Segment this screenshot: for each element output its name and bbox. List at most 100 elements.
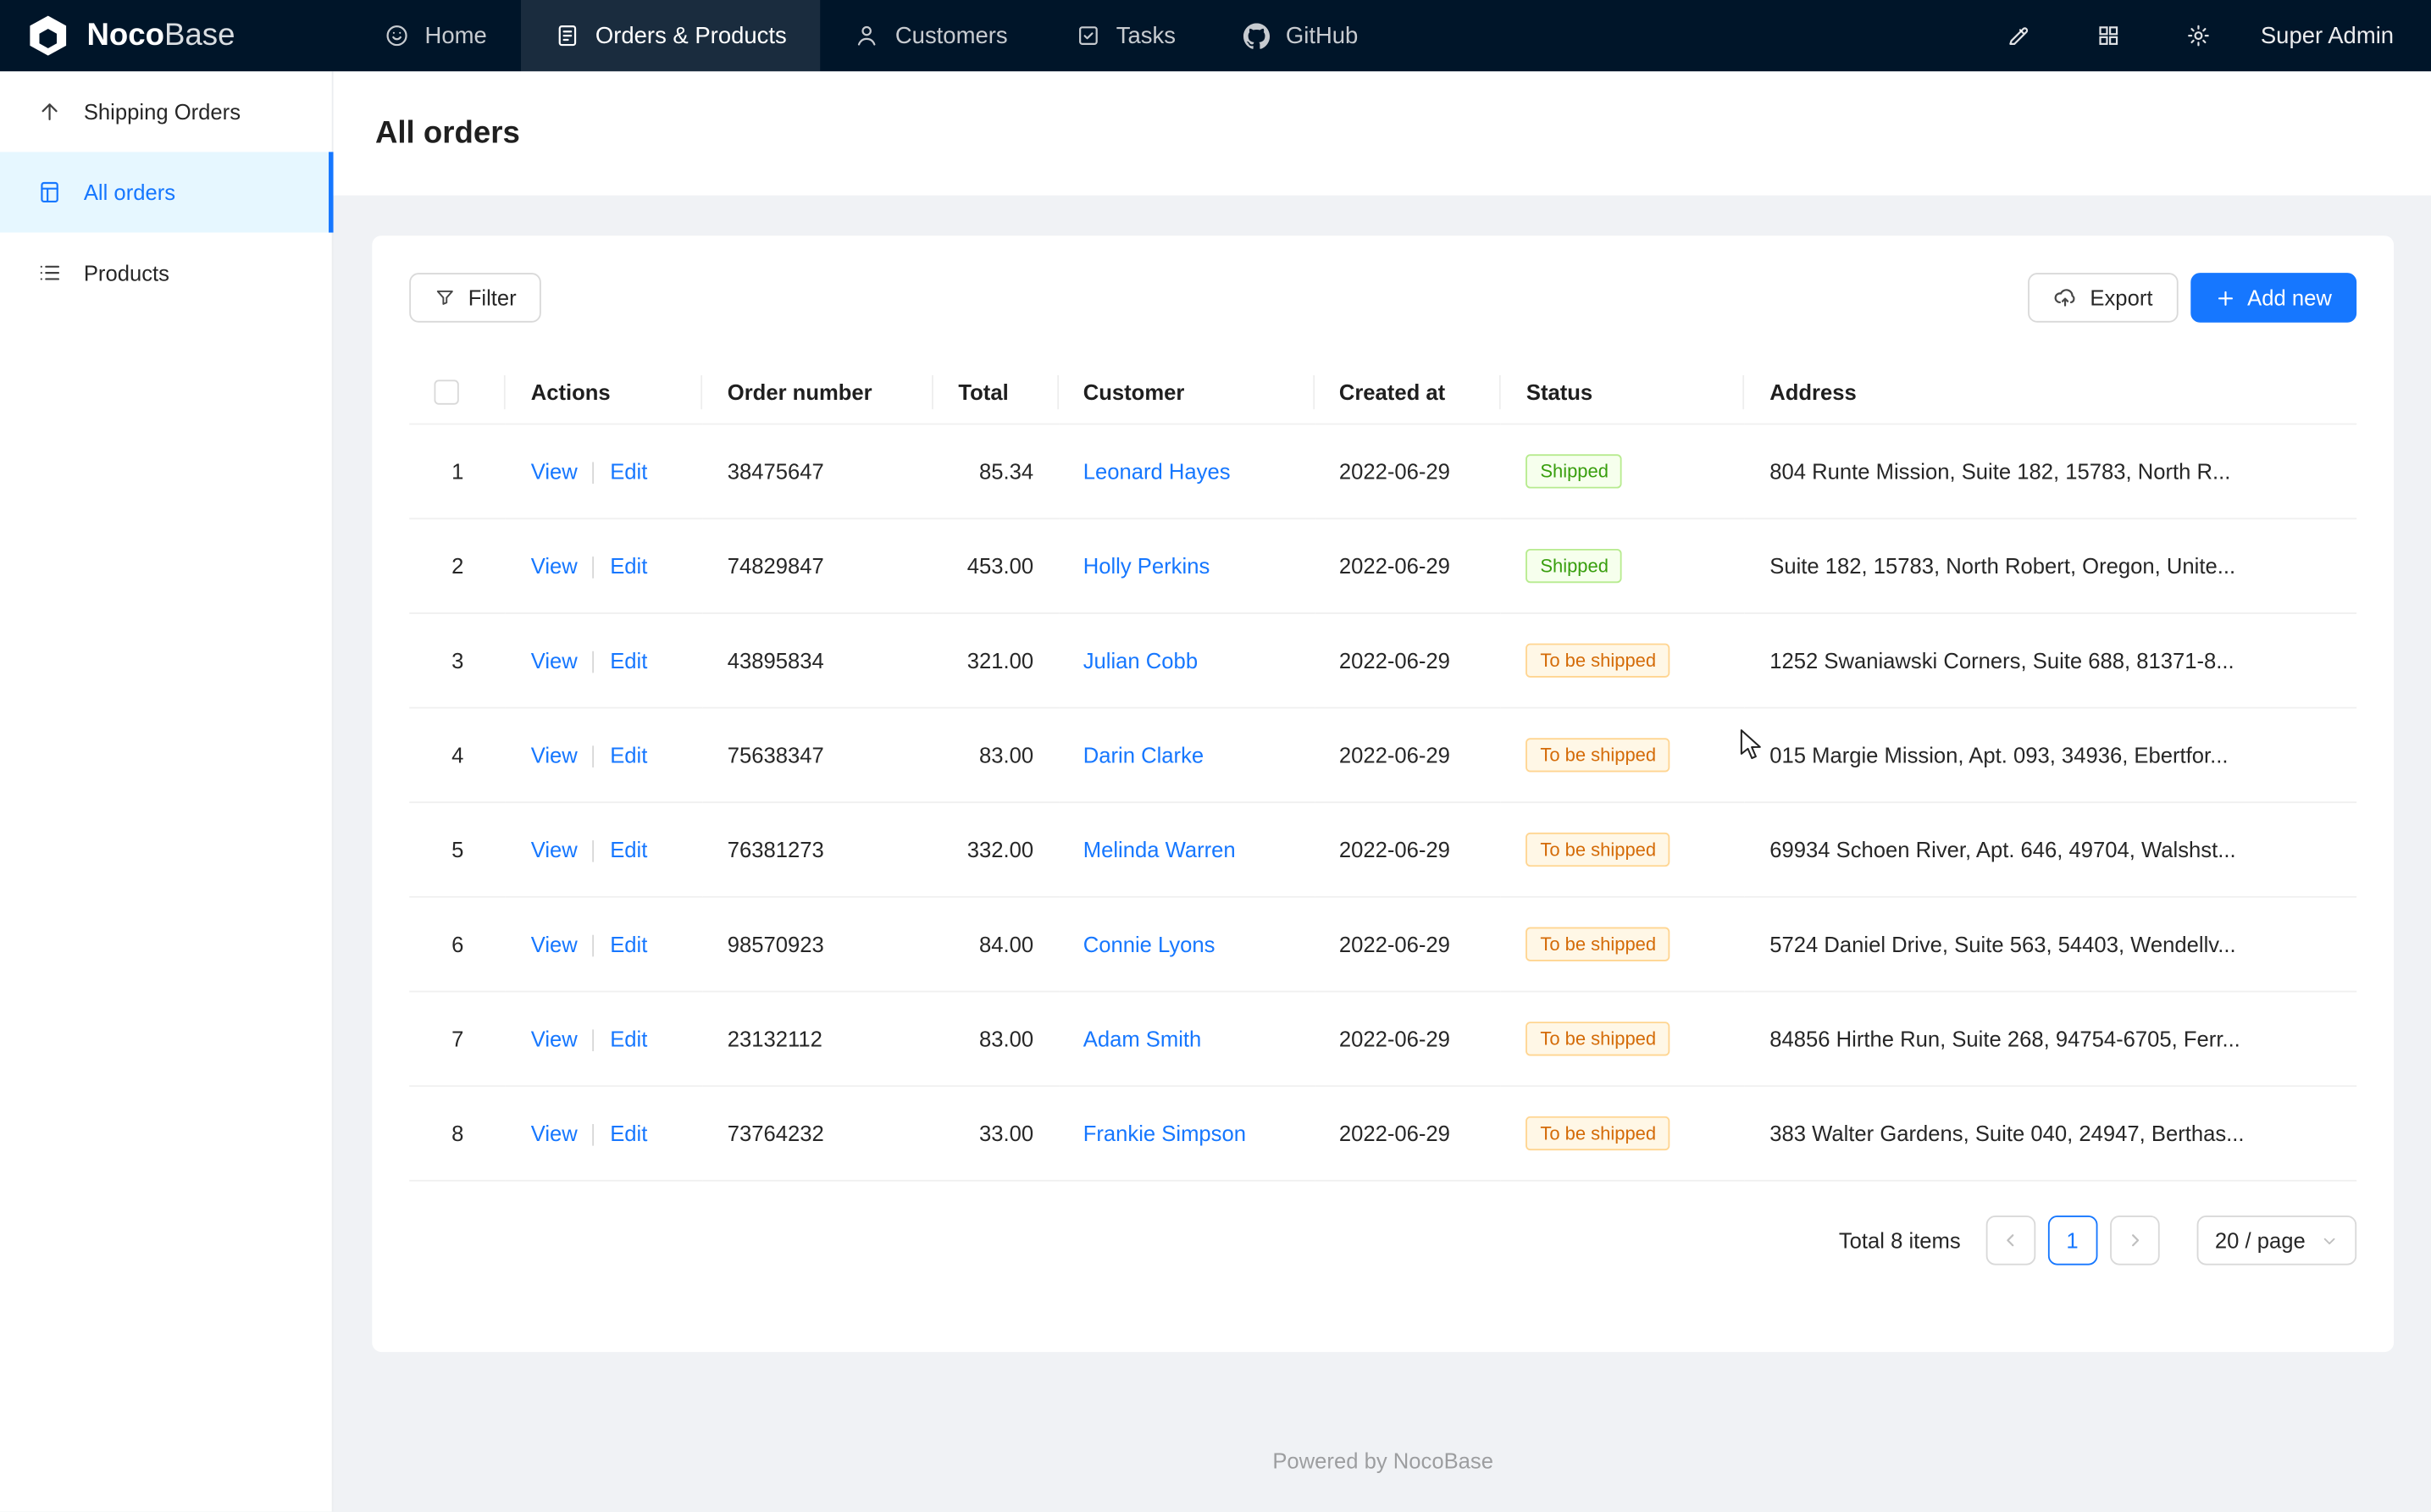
tasks-icon <box>1076 23 1100 47</box>
row-index: 7 <box>451 1027 463 1051</box>
order-number: 43895834 <box>728 649 824 673</box>
main-menu: Home Orders & Products Customers Tasks <box>351 0 1393 71</box>
edit-link[interactable]: Edit <box>610 459 647 484</box>
nav-item-tasks[interactable]: Tasks <box>1042 0 1210 71</box>
navbar-actions: Super Admin <box>1960 0 2431 71</box>
toolbar-right: Export Add new <box>2028 273 2356 323</box>
created-at: 2022-06-29 <box>1339 554 1450 579</box>
customer-link[interactable]: Frankie Simpson <box>1083 1122 1246 1146</box>
sidebar: Shipping Orders All orders Products <box>0 71 334 1511</box>
edit-link[interactable]: Edit <box>610 1027 647 1051</box>
action-divider <box>593 1030 595 1052</box>
address-text: 015 Margie Mission, Apt. 093, 34936, Ebe… <box>1769 743 2228 767</box>
row-index: 2 <box>451 554 463 579</box>
apps-icon[interactable] <box>2078 0 2140 71</box>
sidebar-item-label: Products <box>84 260 169 285</box>
row-index: 4 <box>451 743 463 767</box>
customer-link[interactable]: Adam Smith <box>1083 1027 1202 1051</box>
nav-item-github[interactable]: GitHub <box>1210 0 1392 71</box>
nav-item-home[interactable]: Home <box>351 0 521 71</box>
chevron-left-icon <box>2001 1232 2019 1250</box>
nav-item-customers[interactable]: Customers <box>821 0 1042 71</box>
export-button[interactable]: Export <box>2028 273 2178 323</box>
table-row: 1 ViewEdit 38475647 85.34 Leonard Hayes … <box>409 425 2356 520</box>
address-text: Suite 182, 15783, North Robert, Oregon, … <box>1769 554 2235 579</box>
sidebar-item-all-orders[interactable]: All orders <box>0 152 332 232</box>
page-1-button[interactable]: 1 <box>2047 1216 2097 1266</box>
customer-link[interactable]: Julian Cobb <box>1083 649 1198 673</box>
customers-icon <box>855 23 879 47</box>
view-link[interactable]: View <box>531 838 578 862</box>
sidebar-item-shipping-orders[interactable]: Shipping Orders <box>0 71 332 152</box>
ui-editor-icon[interactable] <box>1988 0 2050 71</box>
edit-link[interactable]: Edit <box>610 932 647 956</box>
view-link[interactable]: View <box>531 743 578 767</box>
edit-link[interactable]: Edit <box>610 554 647 579</box>
customer-link[interactable]: Leonard Hayes <box>1083 459 1231 484</box>
brand[interactable]: NocoBase <box>0 0 351 71</box>
table-header: Actions Order number Total Customer Crea… <box>409 360 2356 425</box>
github-icon <box>1243 23 1270 49</box>
address-text: 383 Walter Gardens, Suite 040, 24947, Be… <box>1769 1122 2244 1146</box>
row-index: 8 <box>451 1122 463 1146</box>
status-badge: To be shipped <box>1526 739 1670 773</box>
sidebar-item-products[interactable]: Products <box>0 233 332 313</box>
view-link[interactable]: View <box>531 1027 578 1051</box>
add-new-button-label: Add new <box>2247 285 2332 310</box>
order-total: 321.00 <box>967 649 1033 673</box>
select-all-checkbox[interactable] <box>434 380 458 405</box>
row-index: 6 <box>451 933 463 957</box>
view-link[interactable]: View <box>531 648 578 673</box>
edit-link[interactable]: Edit <box>610 1122 647 1146</box>
edit-link[interactable]: Edit <box>610 838 647 862</box>
add-new-button[interactable]: Add new <box>2190 273 2356 323</box>
prev-page-button[interactable] <box>1985 1216 2035 1266</box>
action-divider <box>593 557 595 579</box>
customer-link[interactable]: Holly Perkins <box>1083 554 1210 579</box>
next-page-button[interactable] <box>2109 1216 2159 1266</box>
view-link[interactable]: View <box>531 932 578 956</box>
order-number: 75638347 <box>728 743 824 767</box>
view-link[interactable]: View <box>531 1122 578 1146</box>
orders-table: Actions Order number Total Customer Crea… <box>409 360 2356 1182</box>
customer-link[interactable]: Darin Clarke <box>1083 743 1204 767</box>
settings-icon[interactable] <box>2168 0 2229 71</box>
nav-item-orders-products[interactable]: Orders & Products <box>521 0 821 71</box>
filter-button[interactable]: Filter <box>409 273 541 323</box>
column-header-order-number: Order number <box>702 360 933 425</box>
view-link[interactable]: View <box>531 459 578 484</box>
main-area: All orders Filter <box>334 71 2431 1511</box>
address-text: 1252 Swaniawski Corners, Suite 688, 8137… <box>1769 649 2234 673</box>
order-file-icon <box>37 180 62 204</box>
edit-link[interactable]: Edit <box>610 648 647 673</box>
row-index: 5 <box>451 838 463 862</box>
order-number: 76381273 <box>728 838 824 862</box>
order-total: 453.00 <box>967 554 1033 579</box>
table-header-row: Actions Order number Total Customer Crea… <box>409 360 2356 425</box>
action-divider <box>593 936 595 958</box>
row-index: 1 <box>451 459 463 484</box>
page-size-select[interactable]: 20 / page <box>2196 1216 2356 1266</box>
address-text: 69934 Schoen River, Apt. 646, 49704, Wal… <box>1769 838 2235 862</box>
footer: Powered by NocoBase <box>372 1448 2394 1473</box>
sidebar-item-label: Shipping Orders <box>84 99 241 124</box>
action-divider <box>593 462 595 485</box>
column-header-total: Total <box>933 360 1058 425</box>
status-badge: To be shipped <box>1526 928 1670 961</box>
chevron-right-icon <box>2125 1232 2144 1250</box>
nav-item-label: GitHub <box>1286 23 1358 49</box>
status-badge: Shipped <box>1526 549 1623 583</box>
customer-link[interactable]: Melinda Warren <box>1083 838 1236 862</box>
created-at: 2022-06-29 <box>1339 649 1450 673</box>
edit-link[interactable]: Edit <box>610 743 647 767</box>
order-total: 83.00 <box>979 743 1033 767</box>
created-at: 2022-06-29 <box>1339 743 1450 767</box>
order-number: 38475647 <box>728 459 824 484</box>
view-link[interactable]: View <box>531 554 578 579</box>
plus-icon <box>2215 288 2235 308</box>
user-menu[interactable]: Super Admin <box>2261 23 2394 49</box>
order-number: 74829847 <box>728 554 824 579</box>
brand-name-bold: Noco <box>86 18 164 52</box>
customer-link[interactable]: Connie Lyons <box>1083 933 1216 957</box>
order-total: 332.00 <box>967 838 1033 862</box>
